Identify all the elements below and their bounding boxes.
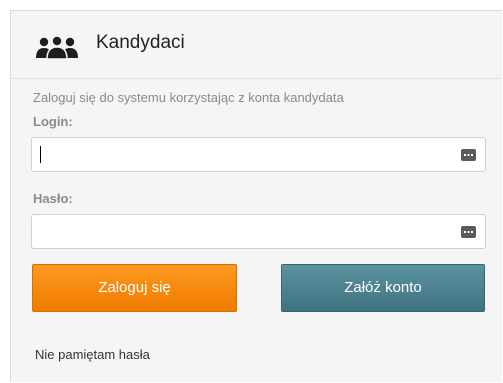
register-button[interactable]: Załóż konto <box>281 264 485 312</box>
login-button[interactable]: Zaloguj się <box>32 264 237 312</box>
login-panel: Kandydaci Zaloguj się do systemu korzyst… <box>10 10 502 382</box>
login-instructions: Zaloguj się do systemu korzystając z kon… <box>33 90 344 105</box>
password-label: Hasło: <box>33 191 73 206</box>
login-label: Login: <box>33 114 73 129</box>
password-field-container[interactable] <box>31 214 486 249</box>
password-input[interactable] <box>38 219 448 244</box>
password-manager-icon[interactable] <box>461 226 476 238</box>
panel-title: Kandydaci <box>96 32 185 53</box>
users-icon <box>35 35 79 60</box>
login-field-container[interactable] <box>31 137 486 172</box>
panel-header: Kandydaci <box>11 11 502 79</box>
header-divider <box>11 78 502 79</box>
password-manager-icon[interactable] <box>461 149 476 161</box>
login-input[interactable] <box>38 142 448 167</box>
forgot-password-link[interactable]: Nie pamiętam hasła <box>35 347 150 362</box>
text-caret <box>40 146 41 163</box>
